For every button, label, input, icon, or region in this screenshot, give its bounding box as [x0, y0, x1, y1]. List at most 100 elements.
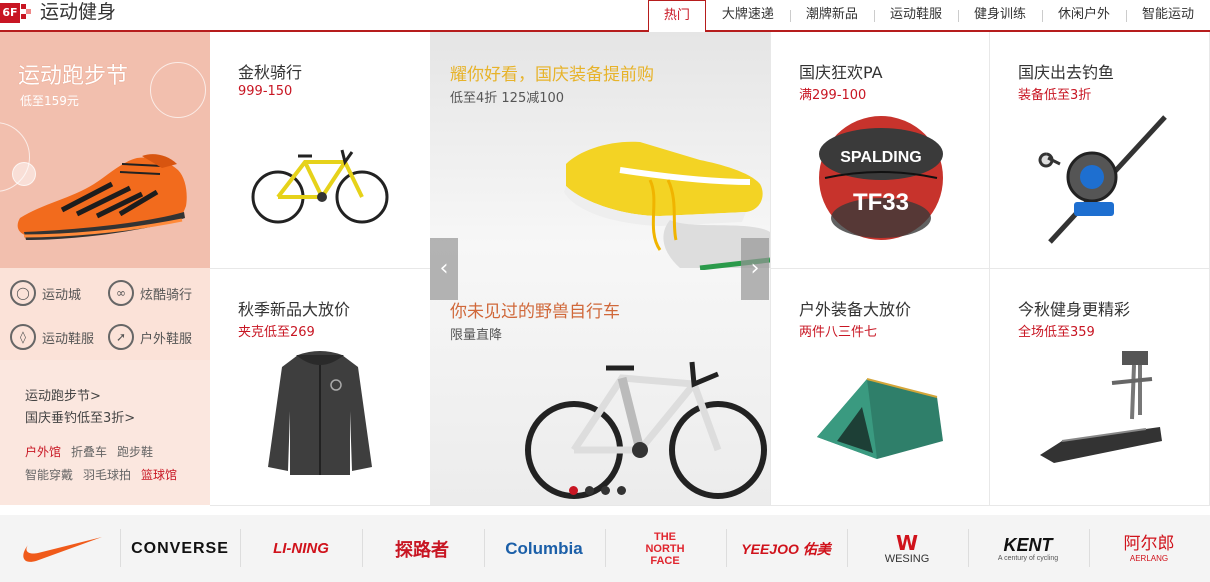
brand-converse-logo[interactable]: CONVERSE [125, 527, 235, 570]
floor-badge: 6F [0, 3, 31, 23]
promo-link[interactable]: 运动跑步节> [25, 386, 135, 408]
grid-divider [210, 505, 1210, 506]
tab-trend-new[interactable]: 潮牌新品 [789, 0, 874, 32]
product-title: 国庆出去钓鱼 [1018, 63, 1115, 82]
carousel-dot[interactable] [601, 486, 610, 495]
brand-toread-logo[interactable]: 探路者 [367, 527, 477, 570]
brand-wesing-logo[interactable]: W WESING [852, 527, 962, 570]
product-title: 户外装备大放价 [799, 300, 912, 319]
runner-icon: ➚ [108, 324, 134, 350]
brand-divider [726, 529, 727, 567]
basketball-image: SPALDING TF33 [819, 116, 943, 240]
brand-name: Columbia [505, 538, 583, 558]
product-subtitle: 999-150 [238, 84, 293, 99]
brand-aerlang-logo[interactable]: 阿尔郎 AERLANG [1094, 527, 1204, 570]
brand-kent-logo[interactable]: KENT A century of cycling [973, 527, 1083, 570]
treadmill-image [1040, 351, 1162, 463]
product-subtitle: 两件八三件七 [799, 325, 878, 340]
category-sports-city[interactable]: ◯ 运动城 [10, 280, 81, 306]
tag-link[interactable]: 羽毛球拍 [83, 468, 131, 482]
tag-link[interactable]: 折叠车 [71, 445, 107, 459]
promo-link[interactable]: 国庆垂钓低至3折> [25, 408, 135, 430]
product-cell-basketball[interactable]: 国庆狂欢PA 满299-100 SPALDING TF33 [771, 32, 989, 268]
category-outdoor-wear[interactable]: ➚ 户外鞋服 [108, 324, 192, 350]
floor-tabs: 热门 大牌速递 潮牌新品 运动鞋服 健身训练 休闲户外 智能运动 [647, 0, 1210, 34]
tag-link[interactable]: 篮球馆 [141, 468, 177, 482]
floor-section: 6F 运动健身 热门 大牌速递 潮牌新品 运动鞋服 健身训练 休闲户外 智能运动… [0, 0, 1210, 582]
ball-model-text: TF33 [853, 189, 909, 216]
brand-name: 探路者 [395, 539, 449, 561]
carousel-dots [569, 486, 633, 495]
promo-panel: 运动跑步节 低至159元 ◯ 运动城 ∞ 炫酷骑行 ◊ 运动鞋服 ➚ 户外鞋服 … [0, 32, 210, 505]
product-cell-tent[interactable]: 户外装备大放价 两件八三件七 [771, 269, 989, 505]
tab-smart-sports[interactable]: 智能运动 [1125, 0, 1210, 32]
product-subtitle: 满299-100 [799, 88, 867, 103]
product-subtitle: 夹克低至269 [238, 325, 315, 340]
category-label: 运动鞋服 [42, 331, 95, 347]
bicycle-image [251, 149, 389, 224]
brand-columbia-logo[interactable]: Columbia [489, 527, 599, 570]
shoe-icon: ◯ [10, 280, 36, 306]
product-title: 金秋骑行 [238, 63, 303, 82]
brand-name-en: AERLANG [1129, 553, 1169, 563]
category-sportswear[interactable]: ◊ 运动鞋服 [10, 324, 94, 350]
tag-link[interactable]: 跑步鞋 [117, 445, 153, 459]
carousel-title-top: 耀你好看，国庆装备提前购 [450, 65, 654, 85]
brand-name: CONVERSE [131, 539, 229, 557]
floor-title: 运动健身 [40, 1, 117, 23]
promo-banner[interactable]: 运动跑步节 低至159元 [0, 32, 210, 268]
tab-outdoor[interactable]: 休闲户外 [1041, 0, 1126, 32]
brand-nike-logo[interactable] [4, 527, 114, 570]
tag-link[interactable]: 户外馆 [25, 445, 61, 459]
brand-name: LI-NING [273, 540, 329, 557]
brand-name: KENT [1003, 535, 1053, 555]
tab-sports-wear[interactable]: 运动鞋服 [873, 0, 958, 32]
brand-divider [240, 529, 241, 567]
tab-big-brands[interactable]: 大牌速递 [706, 0, 790, 32]
carousel-subtitle-top: 低至4折 125减100 [450, 91, 565, 106]
promo-tags: 户外馆 折叠车 跑步鞋 智能穿戴 羽毛球拍 篮球馆 [25, 441, 200, 487]
bicycle-icon: ∞ [108, 280, 134, 306]
product-subtitle: 装备低至3折 [1018, 88, 1092, 103]
tab-fitness[interactable]: 健身训练 [957, 0, 1042, 32]
brand-divider [968, 529, 969, 567]
carousel-title-bottom: 你未见过的野兽自行车 [450, 302, 620, 322]
carousel-dot[interactable] [569, 486, 578, 495]
brand-divider [484, 529, 485, 567]
featured-carousel[interactable]: 耀你好看，国庆装备提前购 低至4折 125减100 你未见过的野兽自行车 限量直… [430, 32, 770, 505]
category-label: 户外鞋服 [140, 331, 193, 347]
promo-subtitle: 低至159元 [20, 94, 79, 108]
product-cell-fishing[interactable]: 国庆出去钓鱼 装备低至3折 [990, 32, 1209, 268]
product-cell-cycling[interactable]: 金秋骑行 999-150 [210, 32, 430, 268]
brand-divider [605, 529, 606, 567]
product-subtitle: 全场低至359 [1018, 325, 1095, 340]
tab-hot[interactable]: 热门 [647, 0, 706, 34]
brand-divider [847, 529, 848, 567]
sneakers-image [564, 141, 770, 270]
w-logo-icon: W [895, 530, 919, 555]
tag-link[interactable]: 智能穿戴 [25, 468, 73, 482]
running-shoe-image [17, 154, 187, 240]
category-label: 炫酷骑行 [140, 287, 193, 303]
carousel-subtitle-bottom: 限量直降 [450, 328, 503, 343]
carousel-dot[interactable] [585, 486, 594, 495]
product-cell-treadmill[interactable]: 今秋健身更精彩 全场低至359 [990, 269, 1209, 505]
promo-categories: ◯ 运动城 ∞ 炫酷骑行 ◊ 运动鞋服 ➚ 户外鞋服 [0, 268, 210, 360]
promo-title: 运动跑步节 [18, 64, 129, 89]
brand-divider [362, 529, 363, 567]
category-cycling[interactable]: ∞ 炫酷骑行 [108, 280, 192, 306]
shirt-icon: ◊ [10, 324, 36, 350]
brand-name: THE NORTH FACE [645, 530, 685, 567]
brand-name: YEEJOO 佑美 [741, 540, 831, 557]
carousel-prev-button[interactable]: ‹ [430, 238, 458, 300]
brand-northface-logo[interactable]: THE NORTH FACE [610, 527, 720, 570]
brand-yeejoo-logo[interactable]: YEEJOO 佑美 [731, 527, 841, 570]
floor-header: 6F 运动健身 热门 大牌速递 潮牌新品 运动鞋服 健身训练 休闲户外 智能运动 [0, 0, 1210, 34]
brand-tagline: A century of cycling [997, 555, 1059, 562]
product-cell-jacket[interactable]: 秋季新品大放价 夹克低至269 [210, 269, 430, 505]
jacket-image [268, 351, 372, 475]
fishing-reel-image [1038, 115, 1167, 244]
carousel-next-button[interactable]: › [741, 238, 769, 300]
brand-lining-logo[interactable]: LI-NING [246, 527, 356, 570]
carousel-dot[interactable] [617, 486, 626, 495]
